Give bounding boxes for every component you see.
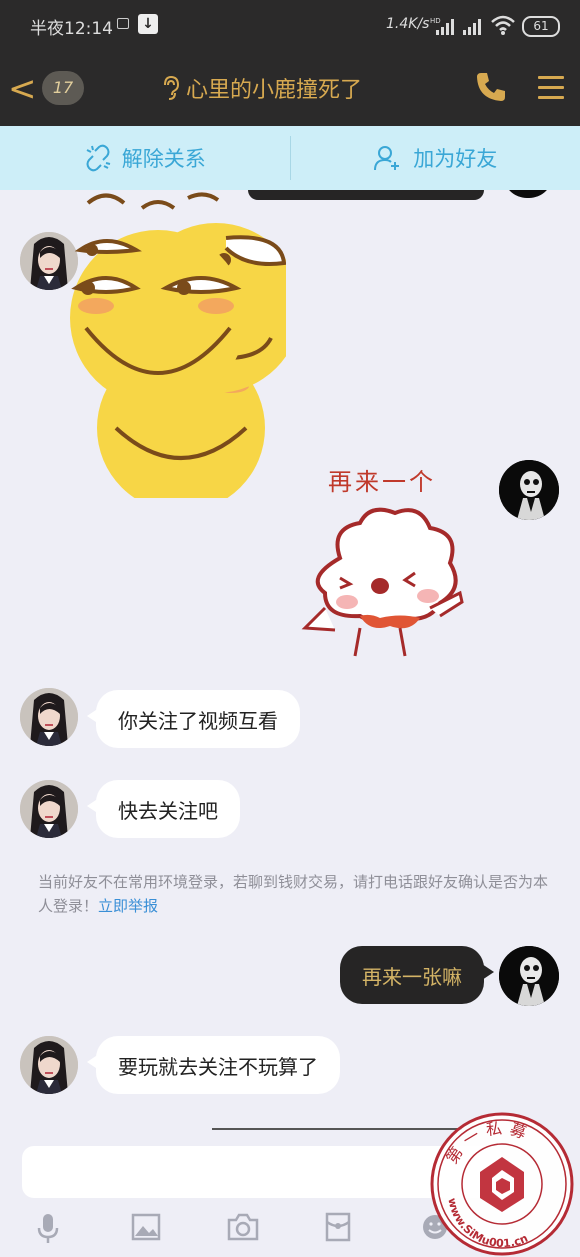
signal-icon — [463, 19, 481, 35]
friend-avatar[interactable] — [20, 1036, 78, 1094]
camera-icon[interactable] — [227, 1212, 259, 1242]
status-time: 半夜12:14 — [30, 19, 113, 39]
unlink-icon — [86, 144, 110, 172]
phone-call-icon[interactable] — [474, 70, 508, 104]
my-avatar[interactable] — [499, 460, 559, 520]
previous-avatar[interactable] — [503, 190, 553, 198]
add-friend-button[interactable]: 加为好友 — [291, 126, 580, 190]
wifi-icon — [491, 15, 515, 35]
chat-header: < 17 心里的小鹿撞死了 — [0, 52, 580, 126]
chat-message-list[interactable]: 再来一个 你关注了视频互看 快去关注吧 当前好友不在常用环境登录，若聊到钱财交易… — [0, 190, 580, 1140]
download-icon: ↓ — [138, 14, 158, 34]
relation-action-bar: 解除关系 加为好友 — [0, 126, 580, 190]
add-friend-label: 加为好友 — [413, 147, 498, 171]
message-bubble[interactable]: 你关注了视频互看 — [87, 690, 300, 748]
watermark-stamp: 第一私募 www.SiMu001.cn — [430, 1112, 574, 1256]
divider-line — [212, 1128, 462, 1130]
security-notice: 当前好友不在常用环境登录，若聊到钱财交易，请打电话跟好友确认是否为本人登录！立即… — [38, 870, 548, 918]
menu-button[interactable] — [538, 76, 564, 106]
network-speed: 1.4K/s — [386, 16, 430, 32]
status-bar: 半夜12:14 ↓ 1.4K/s HD 61 — [0, 0, 580, 52]
friend-avatar[interactable] — [20, 688, 78, 746]
red-packet-icon[interactable] — [325, 1212, 351, 1242]
cloud-sticker[interactable]: 再来一个 — [300, 458, 470, 668]
my-message-bubble[interactable]: 再来一张嘛 — [340, 946, 494, 1004]
message-bubble[interactable]: 快去关注吧 — [87, 780, 240, 838]
remove-relation-button[interactable]: 解除关系 — [0, 126, 290, 190]
sticker-caption: 再来一个 — [328, 468, 436, 496]
report-link[interactable]: 立即举报 — [98, 897, 158, 915]
signal-hd-icon: HD — [430, 17, 454, 35]
battery-indicator: 61 — [522, 16, 560, 37]
chat-title-text: 心里的小鹿撞死了 — [186, 78, 363, 103]
back-button[interactable]: < — [8, 72, 37, 106]
add-user-icon — [374, 146, 400, 171]
remove-relation-label: 解除关系 — [121, 147, 206, 171]
message-bubble[interactable]: 要玩就去关注不玩算了 — [87, 1036, 340, 1094]
unread-count-badge[interactable]: 17 — [42, 71, 84, 105]
smirk-face-sticker[interactable] — [66, 190, 286, 498]
friend-avatar[interactable] — [20, 780, 78, 838]
svg-text:HD: HD — [430, 17, 441, 25]
ear-icon — [164, 75, 180, 100]
chat-title: 心里的小鹿撞死了 — [160, 70, 362, 106]
image-icon[interactable] — [131, 1212, 161, 1242]
message-icon — [117, 18, 129, 29]
my-avatar[interactable] — [499, 946, 559, 1006]
microphone-icon[interactable] — [36, 1212, 60, 1244]
